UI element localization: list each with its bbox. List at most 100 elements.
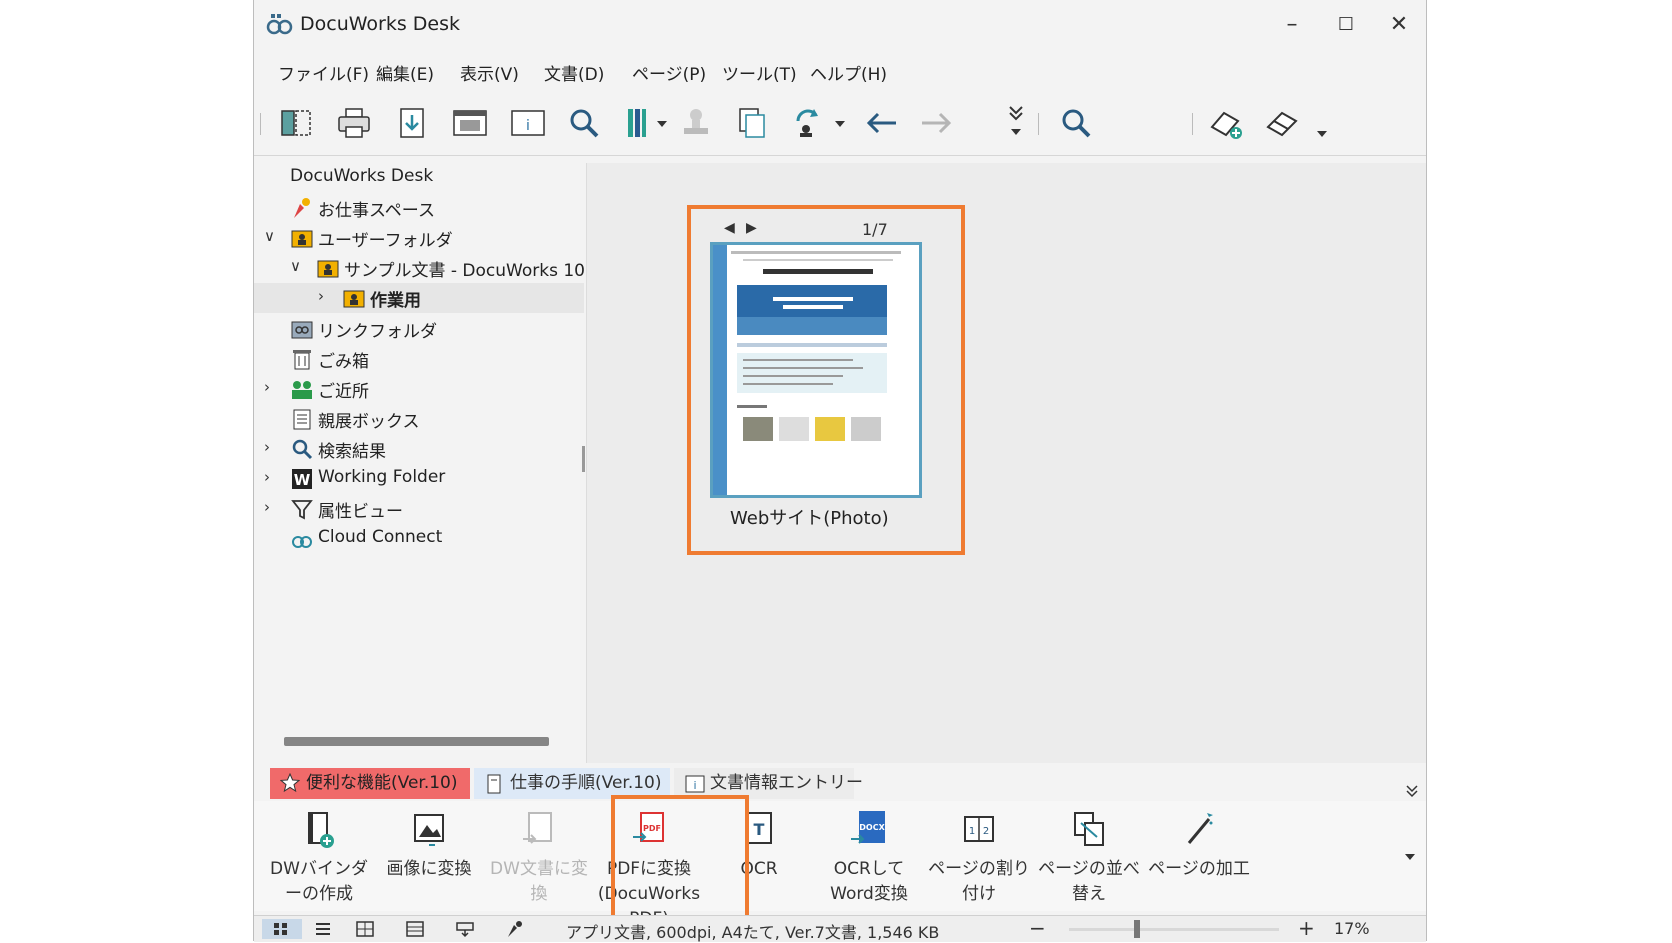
tree-item-workspace[interactable]: お仕事スペース <box>254 193 586 223</box>
rotate-dropdown-icon[interactable] <box>830 103 850 143</box>
procedure-icon <box>487 774 501 794</box>
forward-arrow-icon <box>916 103 956 143</box>
svg-text:i: i <box>693 779 696 792</box>
eraser-icon[interactable] <box>1262 103 1302 143</box>
tree-item-working-folder[interactable]: › W Working Folder <box>254 464 586 494</box>
convert-to-image-button[interactable]: 画像に変換 <box>374 801 484 911</box>
print-icon[interactable] <box>334 103 374 143</box>
status-text: アプリ文書, 600dpi, A4たて, Ver.7文書, 1,546 KB <box>566 923 940 942</box>
list-view-icon[interactable] <box>312 919 334 939</box>
info-entry-icon: i <box>685 775 705 793</box>
document-name[interactable]: Webサイト(Photo) <box>730 504 889 530</box>
tree-horizontal-scrollbar[interactable] <box>284 737 549 746</box>
search-icon[interactable] <box>1056 103 1096 143</box>
page-edit-icon <box>1187 813 1213 844</box>
page-sort-icon <box>1074 812 1104 846</box>
maximize-button[interactable]: ☐ <box>1326 10 1366 40</box>
menu-edit[interactable]: 編集(E) <box>376 60 434 85</box>
zoom-icon[interactable] <box>564 103 604 143</box>
split-view-icon[interactable] <box>276 103 316 143</box>
tree-item-cloud-connect[interactable]: Cloud Connect <box>254 524 586 554</box>
page-counter: 1/7 <box>862 220 888 239</box>
collapse-chevron-icon[interactable]: › <box>318 287 324 305</box>
page-layout-button[interactable]: 12 ページの割り付け <box>924 801 1034 911</box>
tab-useful-features[interactable]: 便利な機能(Ver.10) <box>270 768 470 799</box>
zoom-slider[interactable] <box>1069 928 1279 931</box>
star-icon <box>280 773 300 793</box>
zoom-out-button[interactable]: − <box>1029 916 1046 940</box>
workspace-status-icon[interactable] <box>504 919 526 939</box>
cloud-add-icon[interactable] <box>1206 103 1246 143</box>
ribbon-overflow-icon[interactable] <box>1402 851 1418 863</box>
title-bar: DocuWorks Desk – ☐ ✕ <box>254 0 1426 50</box>
workspace-icon <box>294 198 310 218</box>
tree-item-docuworks-desk[interactable]: DocuWorks Desk <box>254 163 586 193</box>
binder-dropdown-icon[interactable] <box>652 103 672 143</box>
tree-item-user-folder[interactable]: ∨ ユーザーフォルダ <box>254 223 586 253</box>
link-folder-icon <box>291 321 313 339</box>
menu-tools[interactable]: ツール(T) <box>722 60 797 85</box>
collapse-ribbon-icon[interactable] <box>1404 783 1420 799</box>
tree-item-sample-docs[interactable]: ∨ サンプル文書 - DocuWorks 10 <box>254 253 586 283</box>
zoom-level: 17% <box>1334 919 1370 938</box>
page-sort-button[interactable]: ページの並べ替え <box>1034 801 1144 911</box>
status-bar: アプリ文書, 600dpi, A4たて, Ver.7文書, 1,546 KB −… <box>254 915 1426 942</box>
thumbnail-view-icon[interactable] <box>262 919 302 939</box>
user-folder-icon <box>317 260 339 278</box>
copy-icon[interactable] <box>732 103 772 143</box>
tree-item-working[interactable]: › 作業用 <box>254 283 584 313</box>
menu-file[interactable]: ファイル(F) <box>278 60 369 85</box>
docx-convert-icon: DOCX <box>851 811 886 844</box>
ocr-word-convert-button[interactable]: DOCX OCRしてWord変換 <box>814 801 924 911</box>
back-arrow-icon[interactable] <box>862 103 902 143</box>
pdf-button-highlight-frame <box>611 795 749 923</box>
app-window: DocuWorks Desk – ☐ ✕ ファイル(F) 編集(E) 表示(V)… <box>253 0 1427 942</box>
tree-item-trash[interactable]: ごみ箱 <box>254 344 586 374</box>
menu-view[interactable]: 表示(V) <box>460 60 519 85</box>
minimize-button[interactable]: – <box>1272 10 1312 40</box>
page-edit-button[interactable]: ページの加工 <box>1144 801 1254 911</box>
expand-chevron-icon[interactable]: ∨ <box>264 227 275 245</box>
zoom-in-button[interactable]: + <box>1298 916 1315 940</box>
collapse-chevron-icon[interactable]: › <box>264 378 270 396</box>
page-next-button[interactable]: ▶ <box>746 220 757 236</box>
overflow-icon[interactable] <box>1310 103 1334 143</box>
zoom-slider-knob[interactable] <box>1134 920 1140 938</box>
preview-toggle-icon[interactable] <box>454 919 476 939</box>
svg-text:2: 2 <box>983 826 989 837</box>
expand-chevron-icon[interactable]: ∨ <box>290 257 301 275</box>
info-icon[interactable]: i <box>508 103 548 143</box>
binder-create-icon <box>308 812 334 848</box>
viewer-icon[interactable] <box>450 103 490 143</box>
download-icon[interactable] <box>392 103 432 143</box>
filter-icon <box>291 500 313 520</box>
tree-item-neighbors[interactable]: › ご近所 <box>254 374 586 404</box>
create-binder-button[interactable]: DWバインダーの作成 <box>264 801 374 911</box>
grid-view-icon[interactable] <box>354 919 376 939</box>
detail-view-icon[interactable] <box>404 919 426 939</box>
folder-tree: DocuWorks Desk お仕事スペース ∨ ユーザーフォルダ ∨ サンプル… <box>254 163 587 763</box>
close-button[interactable]: ✕ <box>1379 10 1419 40</box>
document-preview-image <box>713 245 901 495</box>
collapse-chevron-icon[interactable]: › <box>264 498 270 516</box>
collapse-chevron-icon[interactable]: › <box>264 438 270 456</box>
cloud-connect-icon <box>292 536 312 548</box>
menu-help[interactable]: ヘルプ(H) <box>810 60 887 85</box>
stamp-icon <box>676 103 716 143</box>
tree-item-search-results[interactable]: › 検索結果 <box>254 434 586 464</box>
menu-document[interactable]: 文書(D) <box>544 60 604 85</box>
menu-page[interactable]: ページ(P) <box>632 60 706 85</box>
tree-vertical-scrollbar[interactable] <box>582 446 585 472</box>
ribbon-panel: DWバインダーの作成 画像に変換 DW文書に変換 PDF PDFに変換(Docu… <box>254 801 1426 929</box>
rotate-icon[interactable] <box>788 103 828 143</box>
tree-item-attribute-view[interactable]: › 属性ビュー <box>254 494 586 524</box>
tree-item-link-folder[interactable]: リンクフォルダ <box>254 314 586 344</box>
tree-item-confidential-box[interactable]: 親展ボックス <box>254 404 586 434</box>
svg-text:1: 1 <box>969 826 975 837</box>
confidential-box-icon <box>293 409 311 430</box>
svg-text:i: i <box>526 118 530 134</box>
document-thumbnail[interactable] <box>710 242 922 498</box>
page-prev-button[interactable]: ◀ <box>724 220 735 236</box>
more-icon[interactable] <box>1004 103 1028 143</box>
collapse-chevron-icon[interactable]: › <box>264 468 270 486</box>
